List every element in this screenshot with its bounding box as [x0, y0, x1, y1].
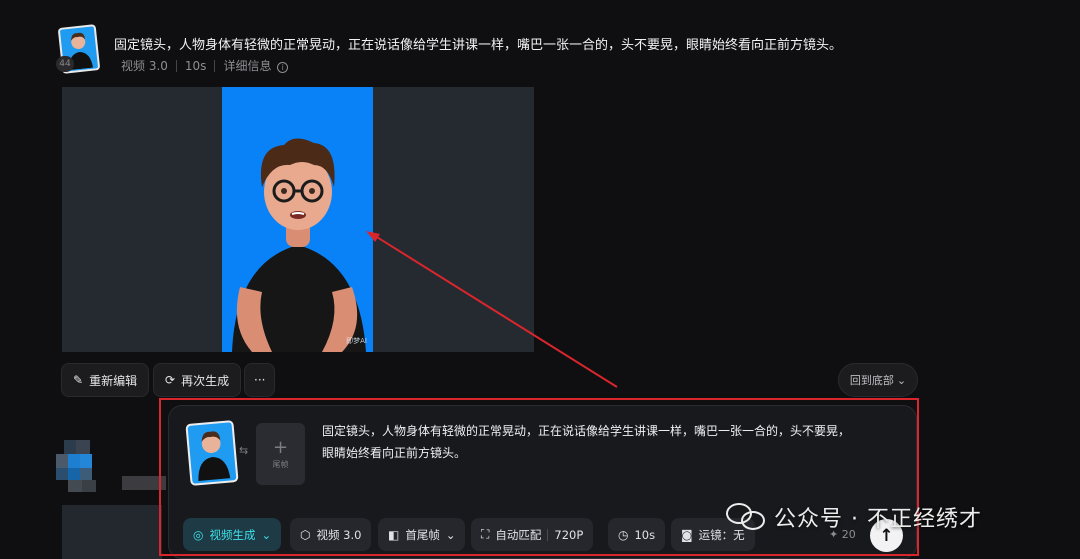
refresh-icon: ⟳ [165, 373, 176, 387]
model-select[interactable]: ⬡ 视频 3.0 [290, 518, 372, 551]
divider [175, 59, 177, 72]
watermark-text: 公众号 · 不正经绣才 [774, 507, 982, 532]
back-to-bottom-button[interactable]: 回到底部 ⌄ [838, 363, 918, 397]
frames-icon: ◧ [388, 527, 400, 542]
task-prompt: 固定镜头，人物身体有轻微的正常晃动，正在说话像给学生讲课一样，嘴巴一张一合的，头… [114, 38, 843, 53]
clock-icon: ◷ [618, 527, 629, 542]
reedit-button[interactable]: ✎ 重新编辑 [61, 363, 150, 397]
video-preview[interactable]: 即梦AI [62, 87, 534, 352]
back-to-bottom-label: 回到底部 [849, 374, 894, 387]
more-button[interactable]: ··· [244, 363, 276, 397]
blurred-avatar [56, 440, 104, 494]
details-link[interactable]: 详细信息 i [223, 57, 289, 74]
end-frame-upload[interactable]: + 尾帧 [256, 423, 305, 485]
duration-label: 10s [184, 58, 207, 73]
swap-frames-icon[interactable]: ⇆ [239, 444, 248, 457]
reedit-label: 重新编辑 [89, 373, 138, 388]
duration-label: 10s [634, 527, 656, 542]
video-content: 即梦AI [222, 87, 373, 352]
video-generate-icon: ◎ [193, 527, 204, 542]
aspect-ratio-icon: ⛶ [481, 527, 490, 541]
wechat-watermark: 公众号 · 不正经绣才 [726, 501, 982, 533]
model-label: 视频 3.0 [316, 527, 362, 542]
plus-icon: + [272, 436, 289, 458]
resolution-label: 720P [554, 527, 584, 542]
more-icon: ··· [254, 373, 266, 387]
divider [214, 59, 216, 72]
divider [547, 528, 549, 541]
wechat-logo-icon [726, 503, 766, 531]
mode-select[interactable]: ◎ 视频生成 ⌄ [183, 518, 282, 551]
camera-icon: ◙ [681, 527, 693, 542]
mode-label: 视频生成 [209, 527, 256, 542]
edit-icon: ✎ [73, 373, 84, 387]
end-frame-label: 尾帧 [272, 459, 289, 469]
previous-video-preview[interactable] [62, 505, 162, 559]
double-chevron-down-icon: ⌄ [896, 373, 907, 387]
frames-label: 首尾帧 [405, 527, 440, 542]
chevron-down-icon: ⌄ [261, 527, 272, 542]
regenerate-label: 再次生成 [181, 373, 230, 388]
prompt-line: 眼睛始终看向正前方镜头。 [322, 446, 467, 460]
avatar-figure-icon [198, 431, 231, 481]
model-label: 视频 3.0 [121, 59, 168, 73]
composer-prompt-input[interactable]: 固定镜头，人物身体有轻微的正常晃动，正在说话像给学生讲课一样，嘴巴一张一合的，头… [322, 420, 902, 464]
prompt-line: 固定镜头，人物身体有轻微的正常晃动，正在说话像给学生讲课一样，嘴巴一张一合的，头… [322, 424, 851, 438]
info-icon: i [277, 62, 289, 73]
ratio-label: 自动匹配 [495, 527, 542, 542]
duration-select[interactable]: ◷ 10s [608, 518, 666, 551]
task-badge: 44 [56, 56, 74, 72]
frames-select[interactable]: ◧ 首尾帧 ⌄ [378, 518, 466, 551]
video-watermark: 即梦AI [346, 337, 367, 345]
character-illustration [232, 138, 366, 352]
regenerate-button[interactable]: ⟳ 再次生成 [153, 363, 242, 397]
first-frame-image[interactable] [185, 420, 239, 486]
cube-icon: ⬡ [300, 527, 311, 542]
ratio-resolution-select[interactable]: ⛶ 自动匹配 720P [471, 518, 594, 551]
chevron-down-icon: ⌄ [445, 527, 456, 542]
task-meta: 视频 3.0 10s 详细信息 i [121, 57, 289, 74]
